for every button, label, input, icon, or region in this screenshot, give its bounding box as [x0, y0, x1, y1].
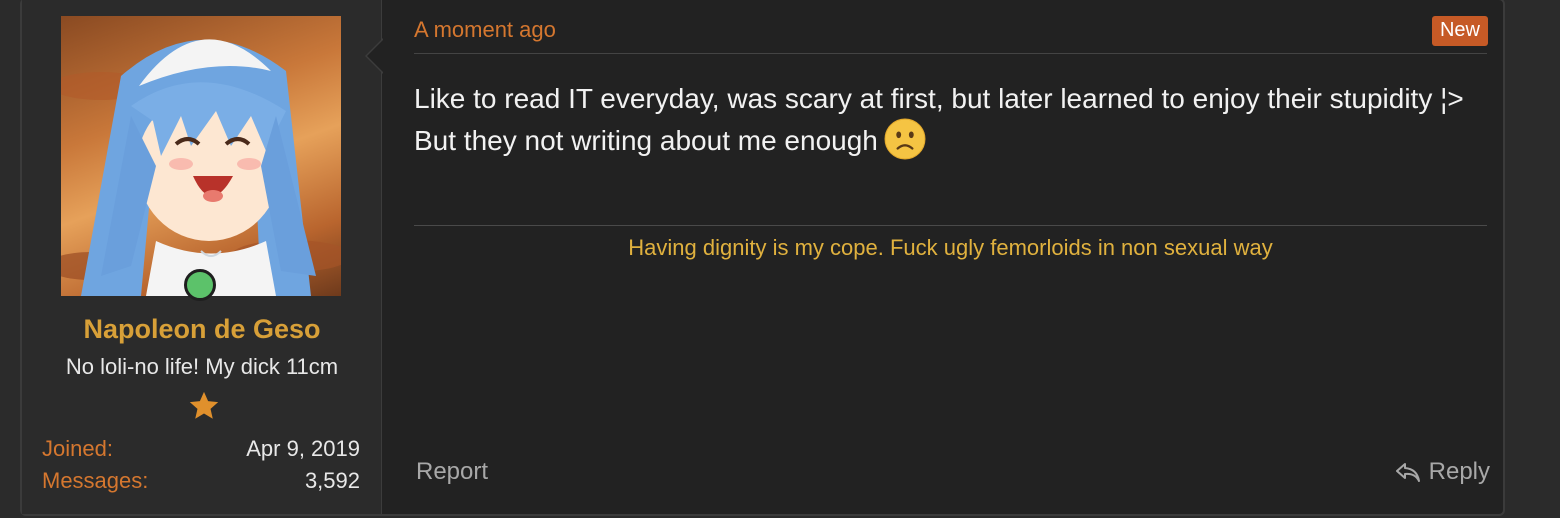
- stat-label: Joined:: [42, 436, 113, 461]
- reply-button[interactable]: Reply: [1395, 458, 1490, 486]
- post-body-text: But they not writing about me enough: [414, 125, 878, 156]
- post-timestamp[interactable]: A moment ago: [414, 17, 556, 43]
- report-link[interactable]: Report: [416, 458, 488, 486]
- star-icon: [189, 391, 219, 419]
- forum-post: Napoleon de Geso No loli-no life! My dic…: [20, 0, 1505, 516]
- frowning-face-emoji-icon: [884, 118, 926, 160]
- page: Napoleon de Geso No loli-no life! My dic…: [0, 0, 1560, 518]
- signature-divider: [414, 225, 1487, 226]
- reply-label: Reply: [1428, 458, 1490, 485]
- user-signature: Having dignity is my cope. Fuck ugly fem…: [628, 235, 1273, 260]
- anime-girl-avatar-icon: [61, 39, 341, 296]
- post-pointer-arrow-inner: [367, 40, 383, 72]
- stat-label: Messages:: [42, 468, 149, 493]
- username-link[interactable]: Napoleon de Geso: [22, 314, 382, 345]
- new-badge: New: [1431, 16, 1488, 46]
- user-avatar[interactable]: [61, 16, 341, 296]
- online-status-indicator: [184, 269, 216, 301]
- stat-value[interactable]: 3,592: [305, 468, 360, 494]
- reply-arrow-icon: [1395, 463, 1420, 482]
- header-divider: [414, 53, 1487, 54]
- stat-messages: Messages: 3,592: [42, 468, 360, 494]
- user-sidebar: Napoleon de Geso No loli-no life! My dic…: [22, 0, 382, 514]
- stat-joined: Joined: Apr 9, 2019: [42, 436, 360, 462]
- post-body: Like to read IT everyday, was scary at f…: [414, 78, 1474, 164]
- post-content: A moment ago New Like to read IT everyda…: [412, 0, 1490, 514]
- user-title: No loli-no life! My dick 11cm: [65, 354, 339, 379]
- post-body-line: Like to read IT everyday, was scary at f…: [414, 83, 1464, 114]
- stat-value: Apr 9, 2019: [246, 436, 360, 461]
- post-body-line-2: But they not writing about me enough: [414, 118, 1474, 164]
